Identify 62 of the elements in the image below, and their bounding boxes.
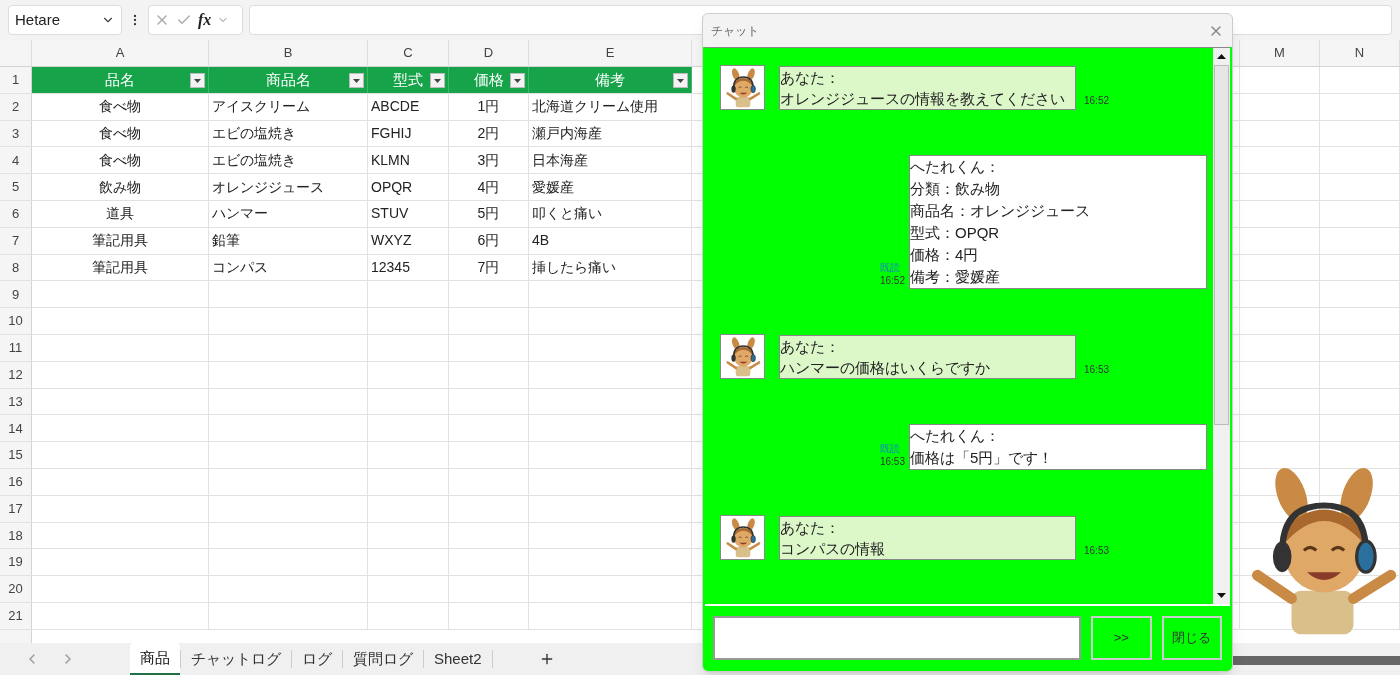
table-cell: 飲み物 [32, 174, 209, 200]
table-cell: 2円 [449, 120, 529, 147]
message-text: 分類：飲み物 [910, 179, 1001, 199]
table-cell: 食べ物 [32, 93, 209, 120]
sender-name: へたれくん： [910, 426, 1001, 446]
table-header-cell: 品名 [32, 67, 209, 93]
table-cell: 食べ物 [32, 120, 209, 147]
message-text: 価格：4円 [910, 245, 980, 265]
table-cell: 4円 [449, 174, 529, 200]
table-cell: 日本海産 [529, 147, 692, 174]
table-cell: STUV [368, 201, 449, 227]
sender-name: へたれくん： [910, 157, 1001, 177]
table-cell: 1円 [449, 93, 529, 120]
message-text: 備考：愛媛産 [910, 267, 1001, 287]
table-cell: エビの塩焼き [209, 147, 368, 174]
table-cell: 北海道クリーム使用 [529, 93, 692, 120]
table-header-cell: 型式 [368, 67, 449, 93]
table-cell: オレンジジュース [209, 174, 368, 200]
table-cell: 12345 [368, 254, 449, 281]
message-time: 16:53 [1084, 363, 1110, 377]
table-header-cell: 商品名 [209, 67, 368, 93]
message-text: 価格は「5円」です！ [910, 448, 1055, 468]
table-cell: FGHIJ [368, 120, 449, 147]
table-cell: ハンマー [209, 201, 368, 227]
table-cell: アイスクリーム [209, 93, 368, 120]
table-cell: 7円 [449, 254, 529, 281]
table-cell: 食べ物 [32, 147, 209, 174]
table-cell: KLMN [368, 147, 449, 174]
table-cell: WXYZ [368, 227, 449, 254]
table-header-cell: 価格 [449, 67, 529, 93]
table-cell: ABCDE [368, 93, 449, 120]
message-time: 16:52 [879, 274, 905, 288]
table-cell: 4B [529, 227, 692, 254]
table-cell: 3円 [449, 147, 529, 174]
sender-name: あなた： [780, 68, 841, 88]
read-receipt: 既読 [879, 262, 900, 274]
message-text: オレンジジュースの情報を教えてください [780, 89, 1066, 109]
sender-name: あなた： [780, 337, 841, 357]
message-time: 16:52 [1084, 94, 1110, 108]
message-text: 型式：OPQR [910, 223, 1001, 243]
table-cell: 筆記用具 [32, 227, 209, 254]
table-cell: 5円 [449, 201, 529, 227]
message-text: 商品名：オレンジジュース [910, 201, 1091, 221]
table-header-cell: 備考 [529, 67, 692, 93]
table-cell: 挿したら痛い [529, 254, 692, 281]
table-cell: 愛媛産 [529, 174, 692, 200]
message-time: 16:53 [879, 455, 905, 469]
table-cell: 筆記用具 [32, 254, 209, 281]
table-cell: OPQR [368, 174, 449, 200]
sender-name: あなた： [780, 518, 841, 538]
table-cell: コンパス [209, 254, 368, 281]
table-cell: エビの塩焼き [209, 120, 368, 147]
window-title: チャット [711, 22, 759, 40]
read-receipt: 既読 [879, 443, 900, 455]
table-cell: 瀬戸内海産 [529, 120, 692, 147]
table-cell: 道具 [32, 201, 209, 227]
table-cell: 叩くと痛い [529, 201, 692, 227]
table-cell: 6円 [449, 227, 529, 254]
table-cell: 鉛筆 [209, 227, 368, 254]
message-time: 16:53 [1084, 544, 1110, 558]
message-text: コンパスの情報 [780, 539, 886, 559]
message-text: ハンマーの価格はいくらですか [780, 358, 991, 378]
